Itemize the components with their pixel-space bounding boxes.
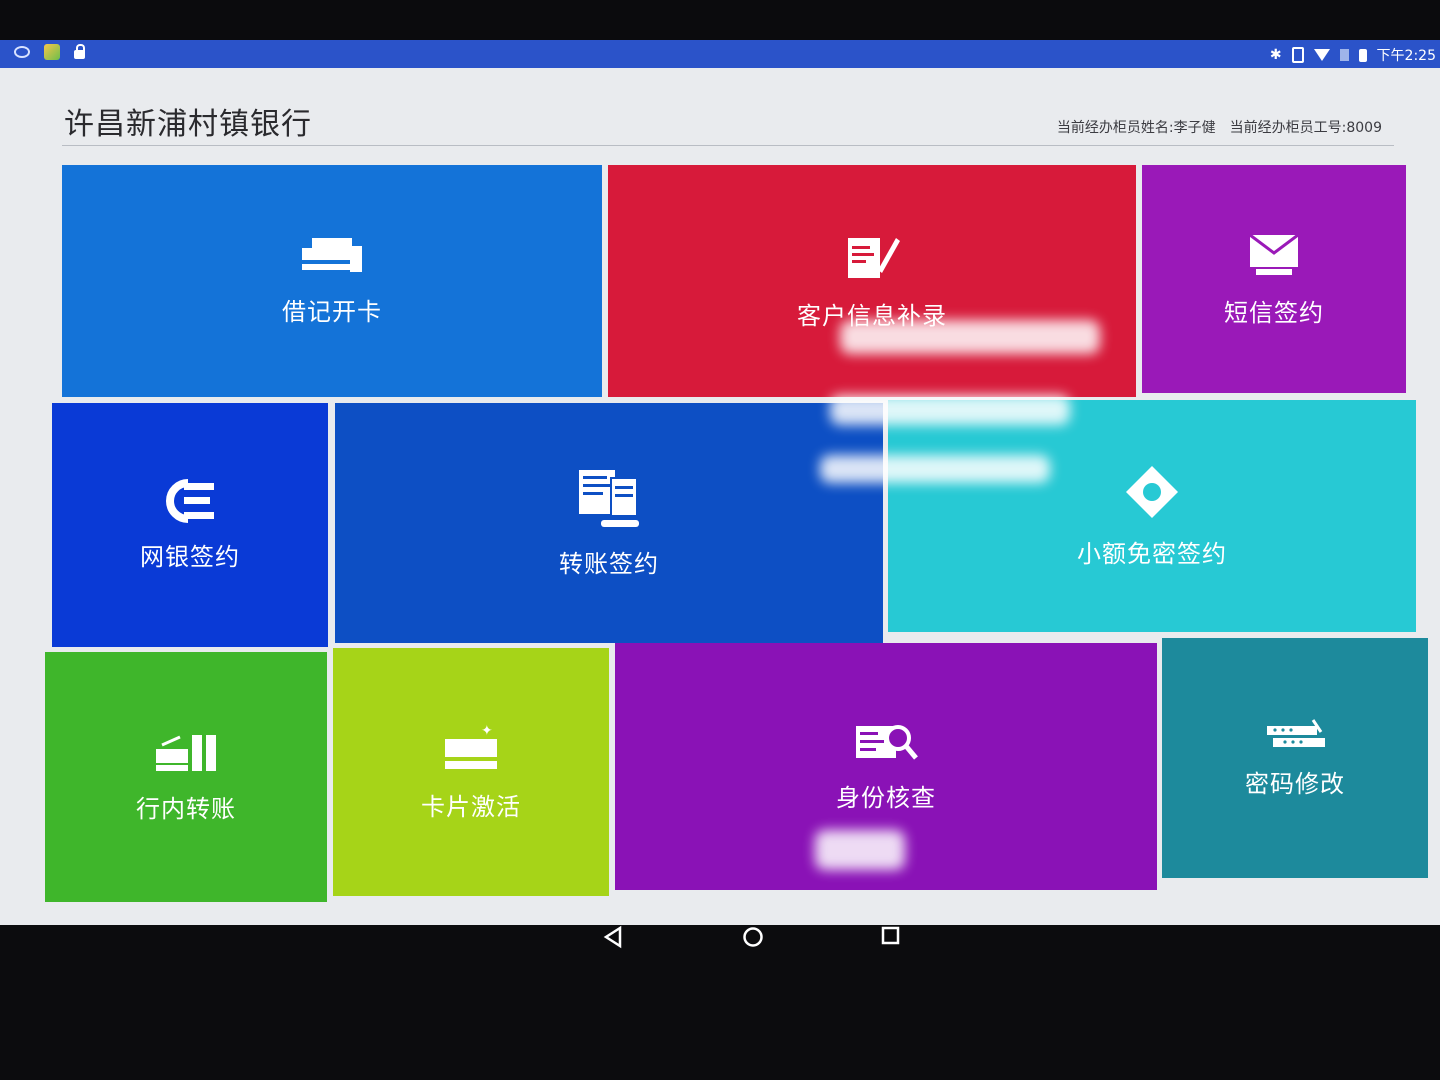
tile-transfer-signing[interactable]: 转账签约 — [335, 403, 883, 643]
tile-small-password-free[interactable]: 小额免密签约 — [888, 400, 1416, 632]
tile-label: 行内转账 — [136, 794, 236, 823]
tile-label: 客户信息补录 — [797, 301, 947, 330]
tile-label: 卡片激活 — [421, 792, 521, 821]
bank-name: 许昌新浦村镇银行 — [64, 107, 312, 142]
tile-label: 短信签约 — [1224, 298, 1324, 327]
back-icon — [603, 925, 622, 949]
tile-label: 网银签约 — [140, 542, 240, 571]
status-bar: ✱ 下午2:25 — [0, 40, 1440, 68]
document-edit-icon — [842, 232, 902, 282]
tile-debit-card-open[interactable]: 借记开卡 — [62, 165, 602, 397]
header: 许昌新浦村镇银行 当前经办柜员姓名:李子健 当前经办柜员工号:8009 — [62, 95, 1394, 146]
back-button[interactable] — [602, 925, 624, 953]
app-icon — [14, 46, 30, 58]
home-icon — [743, 927, 763, 947]
bluetooth-icon: ✱ — [1269, 47, 1282, 63]
tablet-screen: ✱ 下午2:25 许昌新浦村镇银行 当前经办柜员姓名:李子健 当前经办柜员工号:… — [0, 40, 1440, 925]
tile-customer-info[interactable]: 客户信息补录 — [608, 165, 1136, 397]
recents-icon — [881, 926, 900, 945]
teller-info: 当前经办柜员姓名:李子健 当前经办柜员工号:8009 — [1057, 117, 1382, 137]
device-bezel — [0, 0, 1440, 45]
recents-button[interactable] — [880, 925, 902, 951]
transfer-doc-icon — [577, 468, 641, 530]
tile-internal-transfer[interactable]: 行内转账 — [45, 652, 327, 902]
tile-ebank-signing[interactable]: 网银签约 — [52, 403, 328, 647]
tile-label: 身份核查 — [836, 784, 936, 812]
sim-icon — [1339, 49, 1349, 61]
battery-icon — [1358, 48, 1367, 62]
app-store-icon — [44, 44, 60, 60]
tile-label: 密码修改 — [1245, 769, 1345, 798]
vibrate-icon — [1291, 47, 1304, 63]
svg-text:✦: ✦ — [481, 723, 493, 739]
tile-password-change[interactable]: 密码修改 — [1162, 638, 1428, 878]
navigation-bar — [0, 905, 1440, 965]
id-check-icon — [854, 720, 918, 764]
envelope-icon — [1246, 231, 1302, 279]
card-activate-icon: ✦ — [441, 723, 501, 773]
tile-sms-signing[interactable]: 短信签约 — [1142, 165, 1406, 393]
cards-icon — [300, 236, 364, 278]
clock: 下午2:25 — [1376, 48, 1436, 64]
tile-label: 借记开卡 — [282, 297, 382, 326]
tile-label: 小额免密签约 — [1077, 539, 1227, 568]
password-icon — [1265, 718, 1325, 750]
wifi-icon — [1313, 49, 1330, 61]
teller-id: 当前经办柜员工号:8009 — [1229, 120, 1382, 136]
home-button[interactable] — [741, 925, 765, 953]
diamond-icon — [1124, 464, 1180, 520]
lock-icon — [74, 44, 85, 59]
ebank-logo-icon — [162, 478, 218, 523]
tile-card-activation[interactable]: ✦ 卡片激活 — [333, 648, 609, 896]
internal-transfer-icon — [154, 731, 218, 775]
teller-name: 当前经办柜员姓名:李子健 — [1056, 120, 1216, 136]
tile-label: 转账签约 — [559, 549, 659, 578]
tile-identity-check[interactable]: 身份核查 — [615, 643, 1157, 890]
